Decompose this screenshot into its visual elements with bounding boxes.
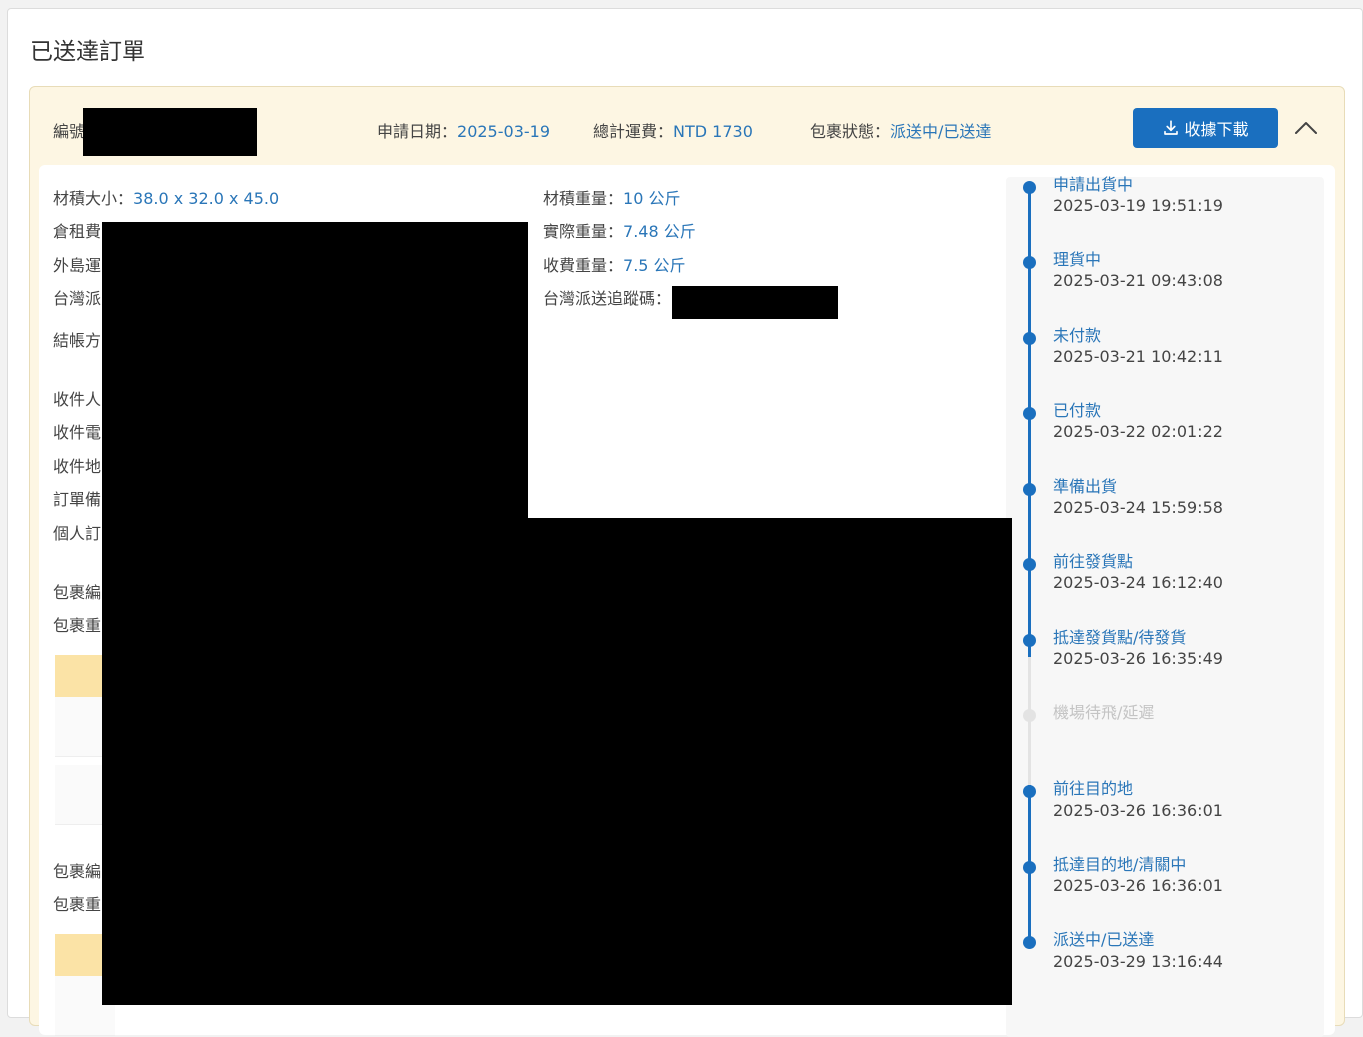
timeline-step-time: 2025-03-26 16:36:01 [1053, 801, 1223, 820]
detail-label: 台灣派 [53, 289, 102, 308]
timeline-dot [1023, 861, 1036, 874]
detail-label: 收件地 [53, 457, 102, 476]
detail-label: 個人訂 [53, 524, 102, 543]
redaction-block [672, 286, 838, 319]
detail-value: 38.0 x 32.0 x 45.0 [133, 189, 280, 208]
detail-taiwan-delivery: 台灣派 [53, 285, 101, 309]
timeline-step-label: 申請出貨中 [1053, 175, 1134, 194]
package-status-label: 包裹狀態： [810, 122, 891, 141]
detail-order-note: 訂單備 [53, 486, 101, 510]
detail-label: 外島運 [53, 256, 102, 275]
timeline-dot [1023, 634, 1036, 647]
detail-tracking-number: 台灣派送追蹤碼： [543, 285, 671, 309]
timeline-step-label: 抵達目的地/清關中 [1053, 855, 1187, 874]
timeline-dot-inactive [1023, 709, 1036, 722]
detail-label: 包裹重 [53, 616, 102, 635]
detail-label: 實際重量： [543, 222, 624, 241]
timeline-step-label: 未付款 [1053, 326, 1102, 345]
timeline-dot [1023, 181, 1036, 194]
timeline-step-label: 準備出貨 [1053, 477, 1118, 496]
status-timeline: 申請出貨中 2025-03-19 19:51:19 理貨中 2025-03-21… [1006, 175, 1324, 1037]
total-fee-label: 總計運費： [593, 122, 674, 141]
detail-value: 10 公斤 [623, 189, 681, 208]
package-status: 包裹狀態：派送中/已送達 [810, 118, 991, 142]
detail-label: 收費重量： [543, 256, 624, 275]
redaction-block [528, 518, 1012, 1005]
detail-package-weight: 包裹重 [53, 612, 101, 636]
detail-label: 結帳方 [53, 331, 102, 350]
timeline-dot [1023, 332, 1036, 345]
detail-label: 收件電 [53, 423, 102, 442]
detail-dimensions: 材積大小：38.0 x 32.0 x 45.0 [53, 185, 279, 209]
apply-date: 申請日期：2025-03-19 [377, 118, 550, 142]
detail-label: 台灣派送追蹤碼： [543, 289, 672, 308]
timeline-step-time: 2025-03-26 16:35:49 [1053, 649, 1223, 668]
timeline-step-label: 前往發貨點 [1053, 552, 1134, 571]
timeline-step-time: 2025-03-24 15:59:58 [1053, 498, 1223, 517]
detail-label: 材積大小： [53, 189, 134, 208]
detail-billed-weight: 收費重量：7.5 公斤 [543, 252, 686, 276]
detail-storage-fee: 倉租費 [53, 218, 101, 242]
apply-date-value: 2025-03-19 [457, 122, 550, 141]
detail-label: 訂單備 [53, 490, 102, 509]
apply-date-label: 申請日期： [377, 122, 458, 141]
timeline-step-label: 理貨中 [1053, 250, 1102, 269]
detail-outer-island-fee: 外島運 [53, 252, 101, 276]
order-number-label: 編號 [53, 122, 86, 141]
detail-volumetric-weight: 材積重量：10 公斤 [543, 185, 680, 209]
detail-label: 包裹重 [53, 895, 102, 914]
detail-label: 收件人 [53, 390, 102, 409]
redaction-block [102, 222, 528, 1005]
detail-recipient: 收件人 [53, 386, 101, 410]
package-status-value: 派送中/已送達 [890, 122, 992, 141]
timeline-step-label: 機場待飛/延遲 [1053, 703, 1155, 722]
timeline-dot [1023, 256, 1036, 269]
detail-payment-method: 結帳方 [53, 327, 101, 351]
timeline-step-time: 2025-03-24 16:12:40 [1053, 573, 1223, 592]
detail-label: 包裹編 [53, 862, 102, 881]
timeline-step-time: 2025-03-21 09:43:08 [1053, 271, 1223, 290]
total-fee: 總計運費：NTD 1730 [593, 118, 753, 142]
timeline-step-label: 已付款 [1053, 401, 1102, 420]
page-title: 已送達訂單 [30, 39, 145, 65]
timeline-dot [1023, 483, 1036, 496]
detail-value: 7.5 公斤 [623, 256, 686, 275]
timeline-dot [1023, 407, 1036, 420]
detail-label: 倉租費 [53, 222, 102, 241]
collapse-toggle[interactable] [1291, 113, 1321, 143]
timeline-dot [1023, 785, 1036, 798]
detail-label: 包裹編 [53, 583, 102, 602]
detail-label: 材積重量： [543, 189, 624, 208]
order-number: 編號 [53, 118, 85, 142]
detail-value: 7.48 公斤 [623, 222, 696, 241]
detail-actual-weight: 實際重量：7.48 公斤 [543, 218, 696, 242]
timeline-step-label: 前往目的地 [1053, 779, 1134, 798]
timeline-step-time: 2025-03-19 19:51:19 [1053, 196, 1223, 215]
receipt-download-label: 收據下載 [1184, 120, 1249, 139]
timeline-step-time: 2025-03-29 13:16:44 [1053, 952, 1223, 971]
timeline-step-time: 2025-03-22 02:01:22 [1053, 422, 1223, 441]
detail-package-id: 包裹編 [53, 579, 101, 603]
detail-recipient-address: 收件地 [53, 453, 101, 477]
detail-personal-order: 個人訂 [53, 520, 101, 544]
timeline-step-time: 2025-03-26 16:36:01 [1053, 876, 1223, 895]
timeline-step-label: 抵達發貨點/待發貨 [1053, 628, 1187, 647]
redacted-order-number [83, 108, 257, 156]
receipt-download-button[interactable]: 收據下載 [1133, 108, 1278, 148]
detail-package-id: 包裹編 [53, 858, 101, 882]
chevron-up-icon [1295, 122, 1317, 134]
total-fee-value: NTD 1730 [673, 122, 753, 141]
download-icon [1164, 120, 1179, 135]
timeline-step-label: 派送中/已送達 [1053, 930, 1155, 949]
timeline-dot [1023, 558, 1036, 571]
detail-recipient-phone: 收件電 [53, 419, 101, 443]
timeline-step-time: 2025-03-21 10:42:11 [1053, 347, 1223, 366]
timeline-dot [1023, 936, 1036, 949]
detail-package-weight: 包裹重 [53, 891, 101, 915]
